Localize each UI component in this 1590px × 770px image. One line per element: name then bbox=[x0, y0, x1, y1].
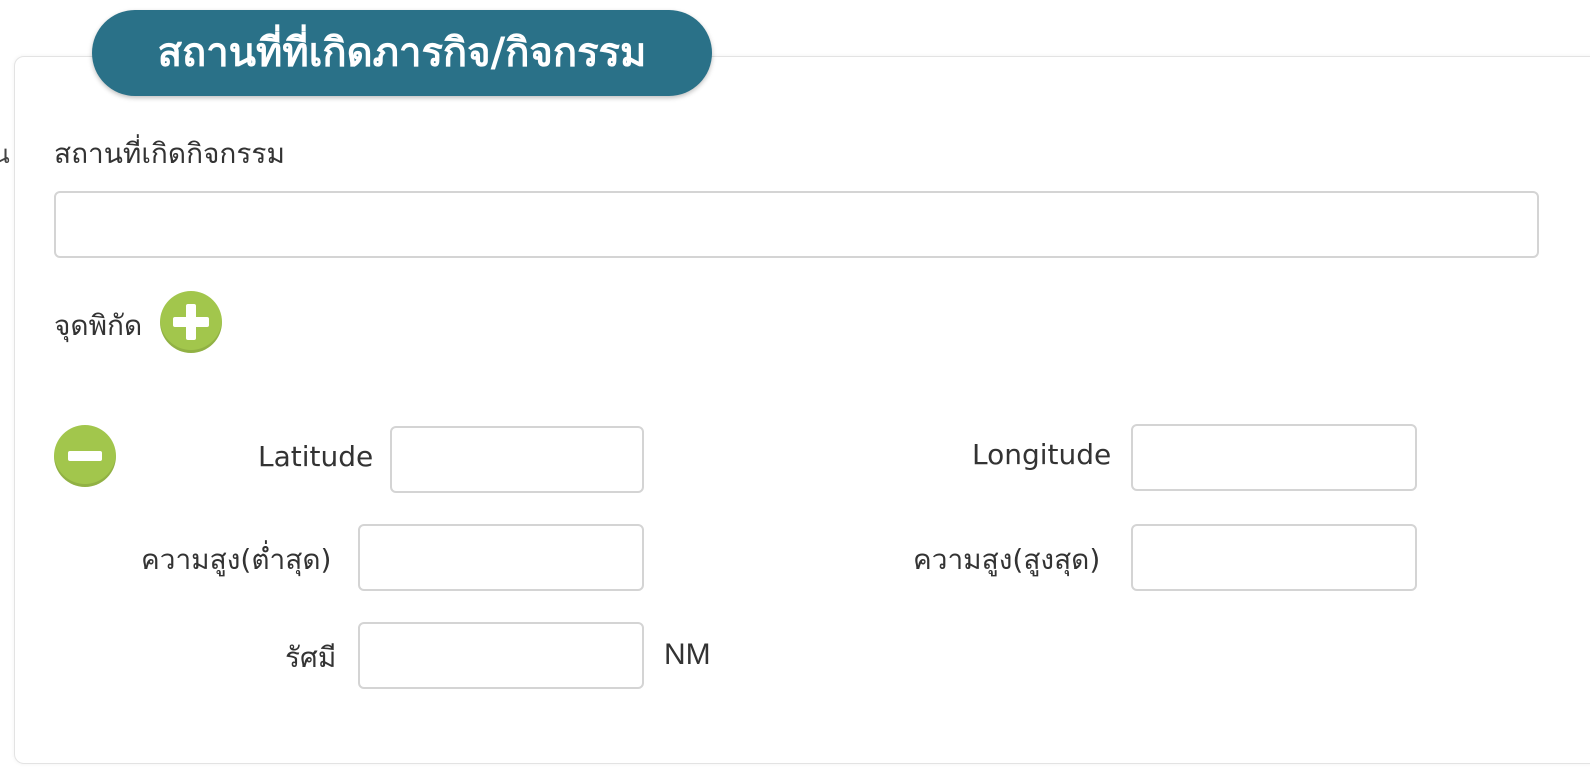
altitude-max-label: ความสูง(สูงสุด) bbox=[913, 543, 1101, 576]
section-title: สถานที่ที่เกิดภารกิจ/กิจกรรม bbox=[92, 10, 712, 96]
altitude-min-input[interactable] bbox=[358, 524, 644, 591]
plus-circle-icon bbox=[173, 304, 209, 340]
latitude-input[interactable] bbox=[390, 426, 644, 493]
clipped-label: น bbox=[0, 140, 10, 170]
location-label: สถานที่เกิดกิจกรรม bbox=[54, 137, 285, 170]
location-input[interactable] bbox=[54, 191, 1539, 258]
altitude-max-input[interactable] bbox=[1131, 524, 1417, 591]
radius-input[interactable] bbox=[358, 622, 644, 689]
coordinates-label: จุดพิกัด bbox=[54, 309, 143, 342]
altitude-min-label: ความสูง(ต่ำสุด) bbox=[141, 543, 332, 576]
remove-coordinate-button[interactable] bbox=[54, 425, 116, 487]
radius-unit: NM bbox=[664, 638, 711, 671]
longitude-input[interactable] bbox=[1131, 424, 1417, 491]
longitude-label: Longitude bbox=[972, 438, 1112, 471]
add-coordinate-button[interactable] bbox=[160, 291, 222, 353]
latitude-label: Latitude bbox=[258, 440, 374, 473]
radius-label: รัศมี bbox=[285, 641, 337, 674]
minus-circle-icon bbox=[68, 451, 102, 461]
page: น สถานที่ที่เกิดภารกิจ/กิจกรรม สถานที่เก… bbox=[0, 0, 1590, 770]
